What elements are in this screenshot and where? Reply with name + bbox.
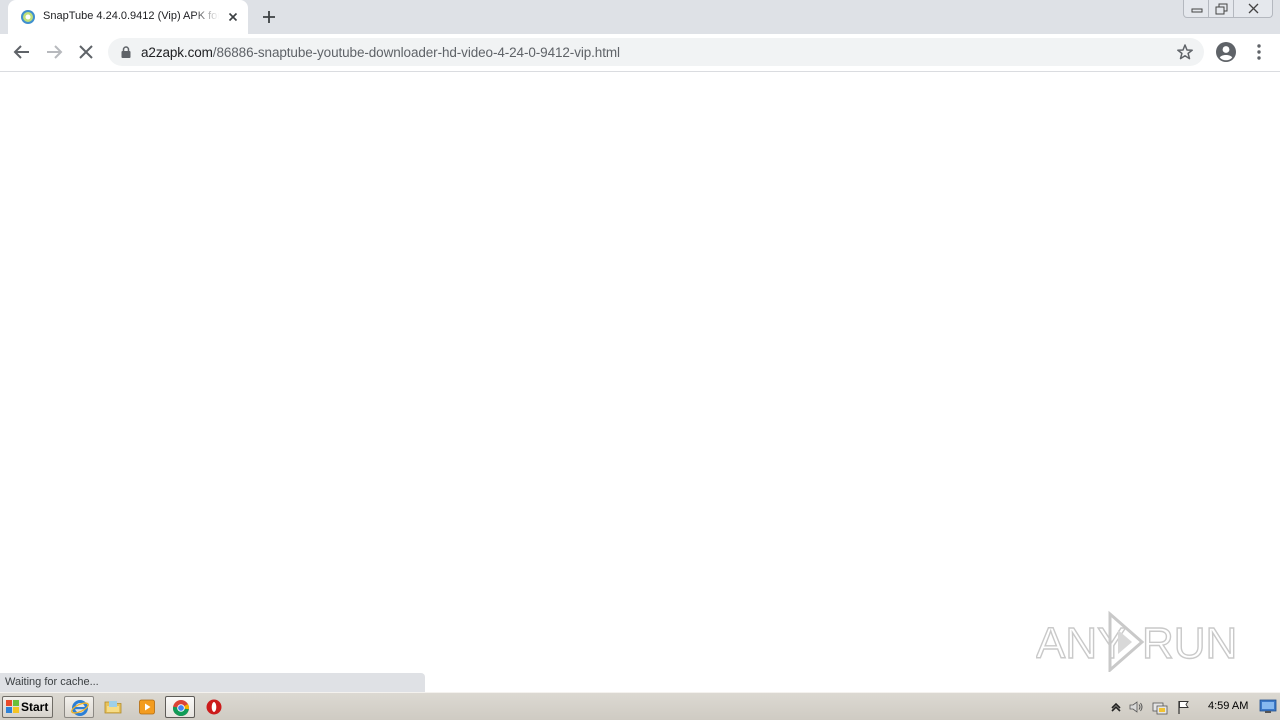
start-button[interactable]: Start <box>2 696 53 718</box>
show-hidden-icons-icon[interactable] <box>1108 699 1124 715</box>
close-tab-icon[interactable] <box>225 9 241 25</box>
taskbar-clock[interactable]: 4:59 AM <box>1208 700 1248 712</box>
internet-explorer-icon <box>71 700 89 716</box>
media-player-icon <box>139 699 155 715</box>
network-icon[interactable] <box>1152 699 1168 715</box>
show-desktop-icon[interactable] <box>1259 698 1277 714</box>
tab-title: SnapTube 4.24.0.9412 (Vip) APK for Andro… <box>43 10 219 22</box>
start-label: Start <box>21 700 49 714</box>
action-center-flag-icon[interactable] <box>1176 699 1192 715</box>
status-bubble: Waiting for cache... <box>0 673 425 692</box>
restore-button[interactable] <box>1208 0 1234 18</box>
stop-loading-icon[interactable] <box>74 40 98 64</box>
restore-icon <box>1215 3 1228 15</box>
opera-icon <box>206 699 222 715</box>
url-host: a2zapk.com <box>141 45 213 60</box>
forward-arrow-icon[interactable] <box>42 40 66 64</box>
address-bar[interactable]: a2zapk.com/86886-snaptube-youtube-downlo… <box>108 38 1204 66</box>
minimize-button[interactable] <box>1183 0 1209 18</box>
minimize-icon <box>1191 8 1203 13</box>
close-icon <box>1248 3 1259 14</box>
taskbar-opera[interactable] <box>199 696 229 718</box>
svg-text:ANY: ANY <box>1036 619 1126 668</box>
profile-avatar-icon[interactable] <box>1214 40 1238 64</box>
taskbar-media-player[interactable] <box>132 696 162 718</box>
volume-icon[interactable] <box>1128 699 1144 715</box>
anyrun-watermark-logo: ANY RUN <box>1036 610 1236 672</box>
close-window-button[interactable] <box>1233 0 1273 18</box>
bookmark-star-icon[interactable] <box>1176 43 1194 61</box>
site-favicon-icon <box>21 10 35 24</box>
system-tray: 4:59 AM <box>1104 695 1280 719</box>
windows-logo-icon <box>6 700 19 713</box>
lock-icon[interactable] <box>119 45 133 59</box>
back-arrow-icon[interactable] <box>10 40 34 64</box>
tab-strip: SnapTube 4.24.0.9412 (Vip) APK for Andro… <box>0 0 1280 34</box>
url-text[interactable]: a2zapk.com/86886-snaptube-youtube-downlo… <box>141 45 620 60</box>
taskbar-internet-explorer[interactable] <box>64 696 94 718</box>
chrome-icon <box>172 700 189 717</box>
windows-taskbar: Start 4:59 AM <box>0 692 1280 720</box>
taskbar-file-explorer[interactable] <box>98 696 128 718</box>
status-text: Waiting for cache... <box>5 676 99 688</box>
page-content <box>0 72 1280 692</box>
browser-tab[interactable]: SnapTube 4.24.0.9412 (Vip) APK for Andro… <box>8 0 248 34</box>
menu-kebab-icon[interactable] <box>1247 40 1271 64</box>
svg-text:RUN: RUN <box>1142 619 1236 668</box>
new-tab-icon[interactable] <box>259 7 279 27</box>
folder-icon <box>104 701 122 714</box>
url-path: /86886-snaptube-youtube-downloader-hd-vi… <box>212 45 620 60</box>
browser-toolbar: a2zapk.com/86886-snaptube-youtube-downlo… <box>0 34 1280 72</box>
taskbar-chrome[interactable] <box>165 696 195 718</box>
